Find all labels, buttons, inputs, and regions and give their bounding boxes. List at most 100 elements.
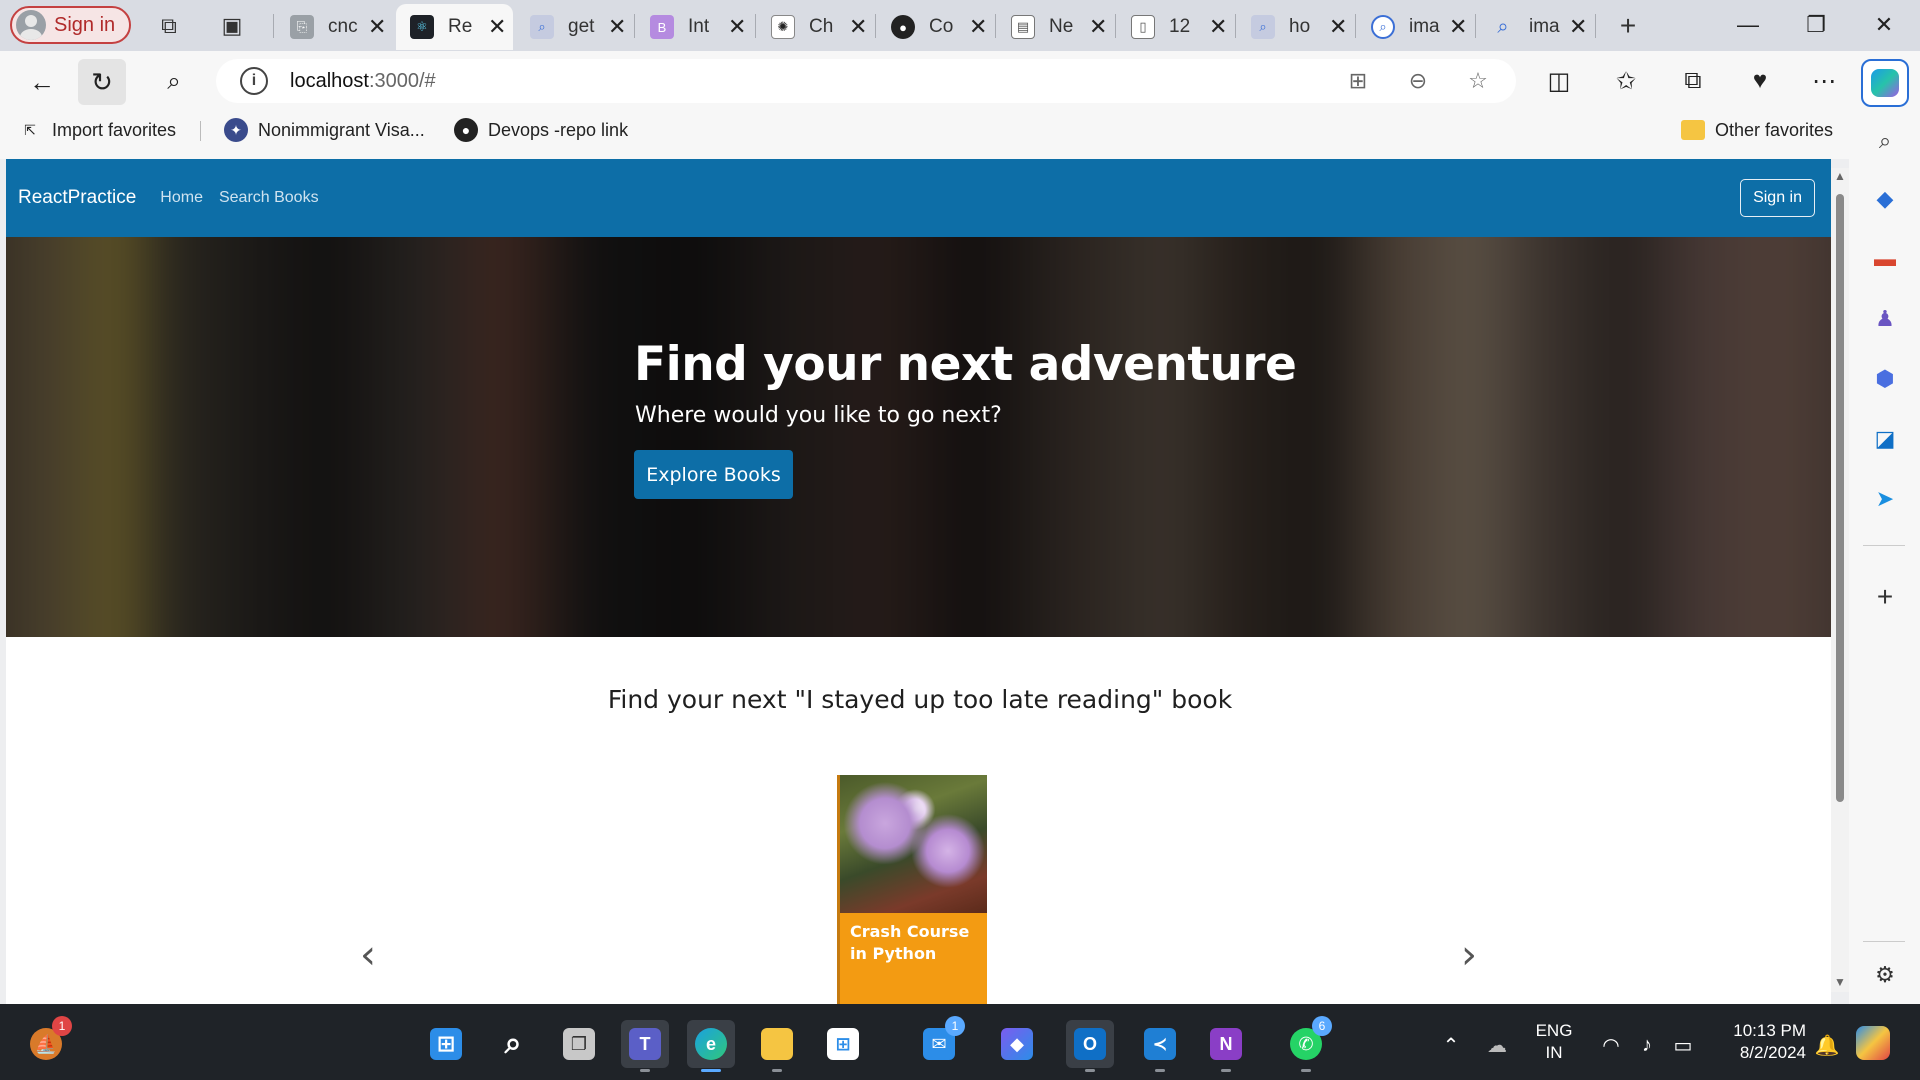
shopping-tag-icon[interactable]: ◆: [1869, 183, 1901, 215]
minimize-icon[interactable]: —: [1714, 0, 1782, 50]
tab-7[interactable]: ▤ Ne ✕: [997, 4, 1112, 50]
language-indicator[interactable]: ENG IN: [1530, 1020, 1578, 1064]
add-sidebar-app-icon[interactable]: +: [1869, 581, 1901, 613]
tab-title: get: [568, 16, 595, 37]
site-info-icon[interactable]: i: [240, 67, 268, 95]
more-menu-icon[interactable]: ⋯: [1802, 59, 1846, 103]
tab-1[interactable]: ⎘ cnc ✕: [276, 4, 391, 50]
tab-6[interactable]: ● Co ✕: [877, 4, 992, 50]
taskbar-copilot[interactable]: ◆: [993, 1020, 1041, 1068]
tab-separator: [1235, 14, 1236, 38]
taskbar-store[interactable]: ⊞: [819, 1020, 867, 1068]
taskbar-search[interactable]: ⌕: [489, 1020, 537, 1068]
close-window-icon[interactable]: ✕: [1850, 0, 1918, 50]
close-icon[interactable]: ✕: [1089, 14, 1107, 40]
bookmark-import-favorites[interactable]: ⇱ Import favorites: [18, 115, 176, 145]
folder-icon: [1681, 120, 1705, 140]
taskbar-pinned-app[interactable]: ⛵ 1: [22, 1016, 72, 1068]
volume-icon[interactable]: ♪: [1632, 1030, 1662, 1060]
apps-icon[interactable]: ⊞: [1338, 65, 1378, 97]
search-icon: ⌕: [1371, 15, 1395, 39]
tab-3[interactable]: ⌕ get ✕: [516, 4, 631, 50]
browser-toolbar: ← ↻ ⌕ i localhost:3000/# ⊞ ⊖ ☆ ◫ ✩ ⧉ ♥ ⋯…: [0, 51, 1920, 159]
search-icon[interactable]: ⌕: [150, 59, 198, 105]
close-icon[interactable]: ✕: [1209, 14, 1227, 40]
scroll-down-icon[interactable]: ▼: [1834, 975, 1846, 989]
carousel-next-icon[interactable]: ›: [1449, 930, 1489, 980]
scrollbar-thumb[interactable]: [1836, 194, 1844, 802]
search-icon[interactable]: ⌕: [1869, 125, 1901, 157]
copilot-button[interactable]: [1861, 59, 1909, 107]
new-tab-icon[interactable]: +: [1610, 8, 1646, 44]
tab-2-active[interactable]: ⚛ Re ✕: [396, 4, 513, 50]
tab-10[interactable]: ⌕ ima ✕: [1357, 4, 1472, 50]
favorite-star-icon[interactable]: ☆: [1458, 65, 1498, 97]
tab-8[interactable]: ▯ 12 ✕: [1117, 4, 1232, 50]
notifications-icon[interactable]: 🔔: [1812, 1030, 1842, 1060]
taskbar-vscode[interactable]: ≺: [1136, 1020, 1184, 1072]
page-scrollbar[interactable]: ▲ ▼: [1831, 168, 1849, 992]
close-icon[interactable]: ✕: [969, 14, 987, 40]
drop-icon[interactable]: ➤: [1869, 483, 1901, 515]
back-icon[interactable]: ←: [18, 59, 66, 105]
microsoft-365-icon[interactable]: ⬢: [1869, 363, 1901, 395]
tab-9[interactable]: ⌕ ho ✕: [1237, 4, 1352, 50]
split-screen-icon[interactable]: ◫: [1537, 59, 1581, 103]
app-brand[interactable]: ReactPractice: [18, 187, 136, 209]
collections-icon[interactable]: ⧉: [1671, 59, 1715, 103]
nav-home-link[interactable]: Home: [160, 189, 203, 207]
tab-actions-icon[interactable]: ▣: [214, 8, 250, 44]
onedrive-icon[interactable]: ☁: [1482, 1030, 1512, 1060]
close-icon[interactable]: ✕: [488, 14, 506, 40]
tab-separator: [1475, 14, 1476, 38]
favorites-icon[interactable]: ✩: [1604, 59, 1648, 103]
workspaces-icon[interactable]: ⧉: [151, 8, 187, 44]
scroll-up-icon[interactable]: ▲: [1834, 169, 1846, 183]
tab-5[interactable]: ✺ Ch ✕: [757, 4, 872, 50]
tools-icon[interactable]: ▬: [1869, 243, 1901, 275]
windows-taskbar: ⛵ 1 ⊞ ⌕ ❐ T e ⊞ ✉ 1 ◆ O ≺ N ✆ 6 ⌃ ☁ ENG …: [0, 1004, 1920, 1080]
outlook-icon[interactable]: ◪: [1869, 423, 1901, 455]
taskbar-outlook[interactable]: O: [1066, 1020, 1114, 1072]
taskbar-mail[interactable]: ✉ 1: [915, 1016, 965, 1068]
profile-signin-button[interactable]: Sign in: [10, 6, 131, 44]
bookmark-devops-repo[interactable]: ● Devops -repo link: [454, 115, 628, 145]
book-card[interactable]: Crash Course in Python: [837, 775, 987, 1004]
taskbar-edge[interactable]: e: [687, 1020, 735, 1072]
wifi-icon[interactable]: ◠: [1596, 1030, 1626, 1060]
taskbar-whatsapp[interactable]: ✆ 6: [1282, 1016, 1332, 1072]
taskbar-start[interactable]: ⊞: [422, 1020, 470, 1068]
close-icon[interactable]: ✕: [1329, 14, 1347, 40]
clock[interactable]: 10:13 PM 8/2/2024: [1710, 1020, 1806, 1064]
close-icon[interactable]: ✕: [1569, 14, 1587, 40]
running-indicator: [701, 1069, 721, 1072]
show-hidden-icons-icon[interactable]: ⌃: [1436, 1030, 1466, 1060]
restore-icon[interactable]: ❐: [1782, 0, 1850, 50]
close-icon[interactable]: ✕: [608, 14, 626, 40]
zoom-out-icon[interactable]: ⊖: [1398, 65, 1438, 97]
close-icon[interactable]: ✕: [728, 14, 746, 40]
taskbar-teams[interactable]: T: [621, 1020, 669, 1072]
tab-4[interactable]: B Int ✕: [636, 4, 751, 50]
other-favorites-label: Other favorites: [1715, 119, 1834, 140]
close-icon[interactable]: ✕: [1449, 14, 1467, 40]
taskbar-task-view[interactable]: ❐: [555, 1020, 603, 1068]
close-icon[interactable]: ✕: [368, 14, 386, 40]
other-favorites[interactable]: Other favorites: [1681, 115, 1833, 145]
nav-search-books-link[interactable]: Search Books: [219, 189, 319, 207]
address-bar[interactable]: i localhost:3000/# ⊞ ⊖ ☆: [216, 59, 1516, 103]
battery-icon[interactable]: ▭: [1668, 1030, 1698, 1060]
games-icon[interactable]: ♟: [1869, 303, 1901, 335]
browser-essentials-icon[interactable]: ♥: [1738, 59, 1782, 103]
tab-11[interactable]: ⌕ ima ✕: [1477, 4, 1592, 50]
carousel-prev-icon[interactable]: ‹: [348, 930, 388, 980]
taskbar-file-explorer[interactable]: [753, 1020, 801, 1072]
settings-gear-icon[interactable]: ⚙: [1869, 959, 1901, 991]
refresh-icon[interactable]: ↻: [78, 59, 126, 105]
bookmark-nonimmigrant-visa[interactable]: ✦ Nonimmigrant Visa...: [224, 115, 425, 145]
app-signin-button[interactable]: Sign in: [1740, 179, 1815, 217]
copilot-pre-icon[interactable]: [1856, 1026, 1890, 1060]
taskbar-onenote[interactable]: N: [1202, 1020, 1250, 1072]
close-icon[interactable]: ✕: [849, 14, 867, 40]
explore-books-button[interactable]: Explore Books: [634, 450, 793, 499]
